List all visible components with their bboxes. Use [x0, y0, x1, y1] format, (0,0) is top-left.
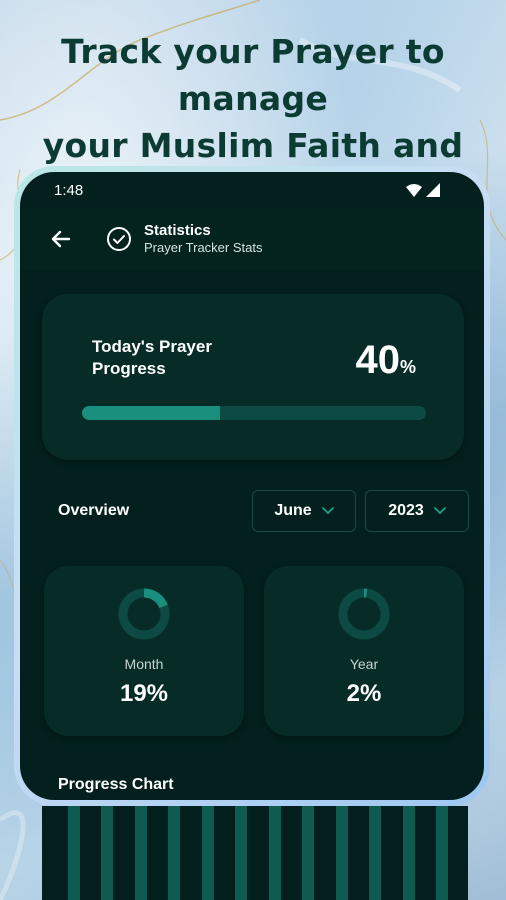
status-icons [406, 183, 440, 197]
status-bar: 1:48 [20, 172, 484, 208]
overview-label: Overview [58, 502, 130, 519]
status-time: 1:48 [54, 181, 84, 199]
progress-chart-bar [235, 806, 248, 900]
app-screen: 1:48 Statistics Prayer Tracker Stats Tod… [20, 172, 484, 800]
progress-chart-bar [168, 806, 181, 900]
progress-chart-bar [101, 806, 114, 900]
year-progress-ring [338, 588, 390, 640]
today-progress-card: Today's Prayer Progress 40% [42, 294, 464, 460]
today-progress-unit: % [399, 357, 416, 377]
chevron-down-icon [321, 507, 334, 515]
year-select-value: 2023 [388, 502, 424, 519]
app-bar: Statistics Prayer Tracker Stats [20, 208, 484, 270]
year-stat-label: Year [349, 656, 379, 672]
back-button[interactable] [46, 224, 76, 254]
progress-chart-bar [68, 806, 80, 900]
month-progress-ring [118, 588, 170, 640]
stats-content: Today's Prayer Progress 40% Overview Jun… [20, 270, 484, 800]
page-subtitle: Prayer Tracker Stats [144, 240, 263, 255]
month-stat-label: Month [124, 656, 164, 672]
chevron-down-icon [433, 507, 446, 515]
month-select-value: June [274, 502, 312, 519]
arrow-left-icon [51, 230, 71, 248]
today-progress-label: Today's Prayer Progress [92, 337, 212, 378]
progress-chart-bar [268, 806, 281, 900]
progress-chart-bar [134, 806, 147, 900]
headline-line-1: Track your Prayer to manage [61, 32, 445, 118]
check-circle-icon [106, 226, 132, 252]
progress-chart-bars [42, 806, 468, 900]
progress-chart-bar [201, 806, 214, 900]
today-progress-bar-fill [82, 406, 220, 420]
today-progress-number: 40 [355, 338, 400, 382]
year-stat-value: 2% [346, 680, 382, 707]
progress-chart-bar-group [68, 806, 448, 900]
app-bar-titles: Statistics Prayer Tracker Stats [144, 222, 262, 256]
page-title: Statistics [144, 222, 211, 239]
month-stat-card: Month 19% [44, 566, 244, 736]
today-progress-value: 40% [355, 338, 416, 383]
progress-chart-bar [435, 806, 448, 900]
month-select[interactable]: June [252, 490, 356, 532]
phone-frame: 1:48 Statistics Prayer Tracker Stats Tod… [14, 166, 490, 806]
progress-chart-title: Progress Chart [58, 776, 174, 793]
progress-chart-bar [369, 806, 382, 900]
signal-icon [426, 183, 440, 197]
wifi-icon [406, 183, 422, 197]
month-stat-value: 19% [119, 680, 169, 707]
year-stat-card: Year 2% [264, 566, 464, 736]
progress-chart-bar [335, 806, 348, 900]
progress-chart-bar [302, 806, 315, 900]
progress-chart-bar [402, 806, 415, 900]
today-progress-bar [82, 406, 426, 420]
year-select[interactable]: 2023 [365, 490, 469, 532]
